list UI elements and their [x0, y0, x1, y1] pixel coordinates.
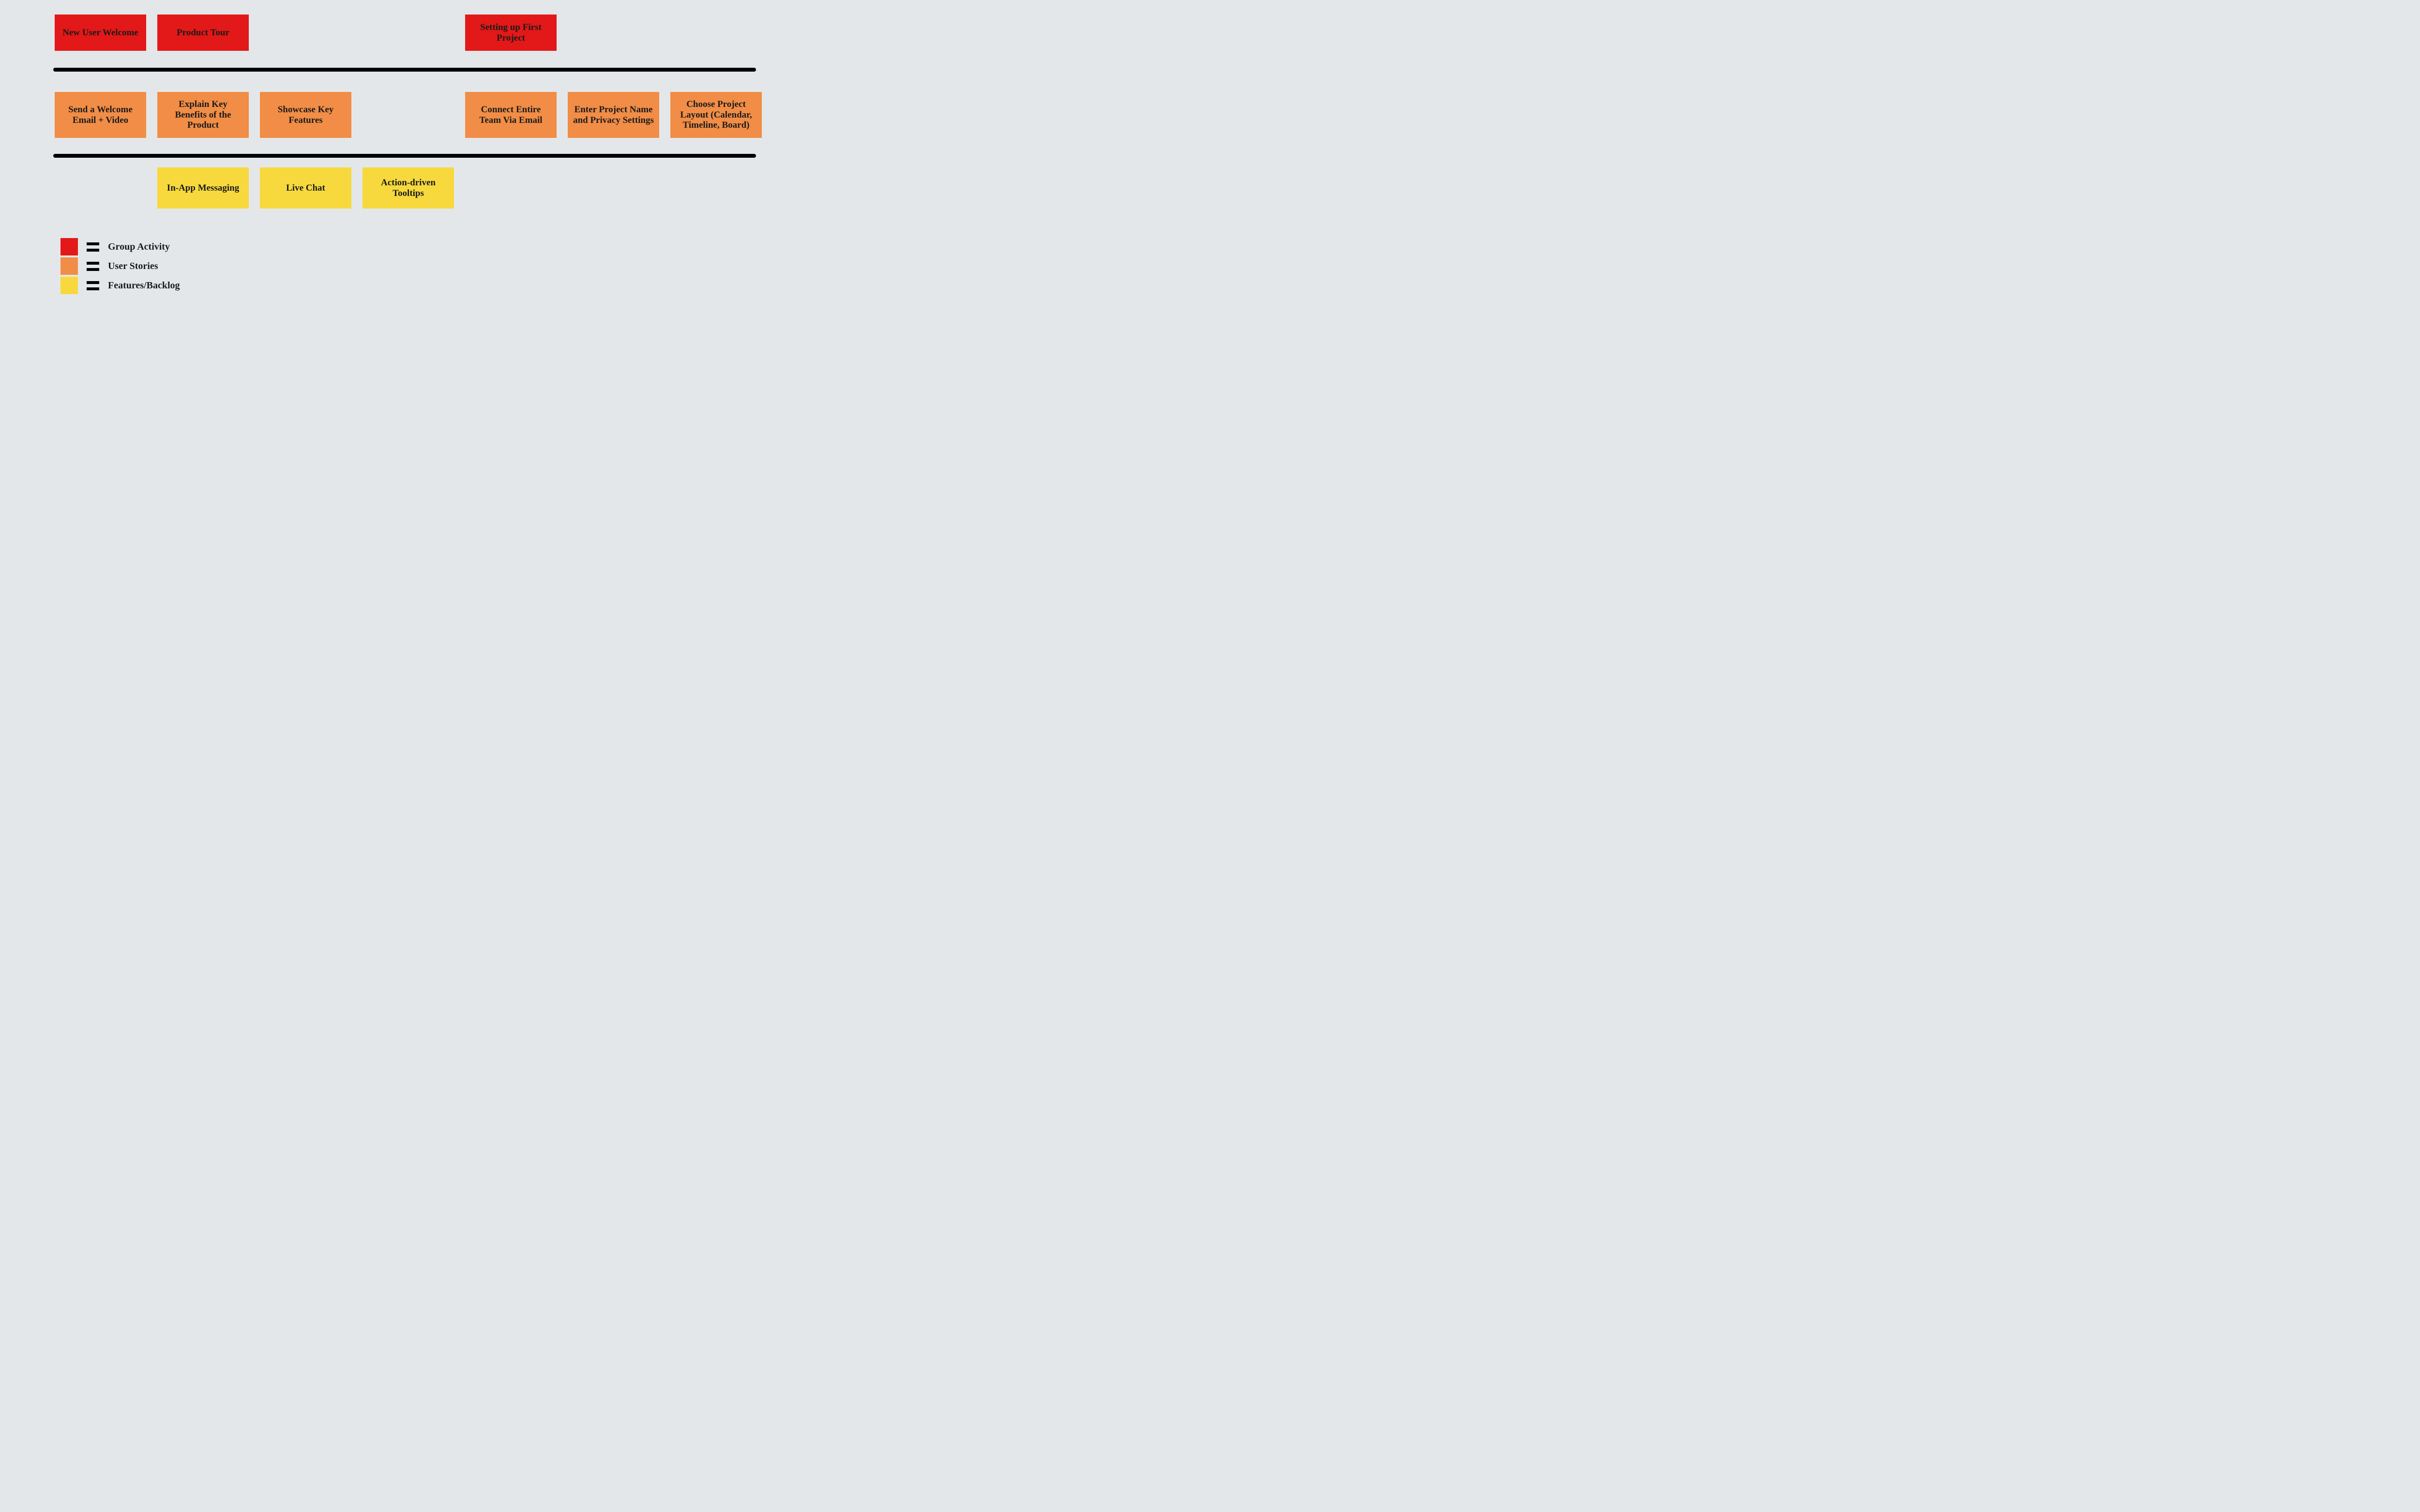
legend-swatch-yellow	[60, 277, 78, 294]
feature-card: In-App Messaging	[157, 167, 249, 209]
legend-swatch-orange	[60, 257, 78, 275]
legend-row-features: Features/Backlog	[60, 276, 180, 295]
user-story-card: Explain Key Benefits of the Product	[157, 92, 249, 138]
legend-label: User Stories	[108, 261, 158, 272]
divider-rule	[53, 68, 756, 72]
user-story-card: Enter Project Name and Privacy Settings	[568, 92, 659, 138]
legend-row-group: Group Activity	[60, 237, 180, 256]
divider-rule	[53, 154, 756, 158]
user-story-card: Connect Entire Team Via Email	[465, 92, 557, 138]
legend-swatch-red	[60, 238, 78, 255]
legend: Group Activity User Stories Features/Bac…	[60, 237, 180, 295]
user-story-card: Choose Project Layout (Calendar, Timelin…	[670, 92, 762, 138]
group-activity-card: New User Welcome	[55, 15, 146, 51]
feature-card: Action-driven Tooltips	[363, 167, 454, 209]
feature-card: Live Chat	[260, 167, 351, 209]
user-story-card: Send a Welcome Email + Video	[55, 92, 146, 138]
story-map-canvas: New User Welcome Product Tour Setting up…	[0, 0, 774, 302]
legend-label: Features/Backlog	[108, 280, 180, 291]
group-activity-card: Setting up First Project	[465, 15, 557, 51]
equals-icon	[87, 262, 99, 271]
user-story-card: Showcase Key Features	[260, 92, 351, 138]
equals-icon	[87, 281, 99, 290]
group-activity-card: Product Tour	[157, 15, 249, 51]
equals-icon	[87, 242, 99, 252]
legend-row-stories: User Stories	[60, 256, 180, 276]
legend-label: Group Activity	[108, 241, 170, 253]
